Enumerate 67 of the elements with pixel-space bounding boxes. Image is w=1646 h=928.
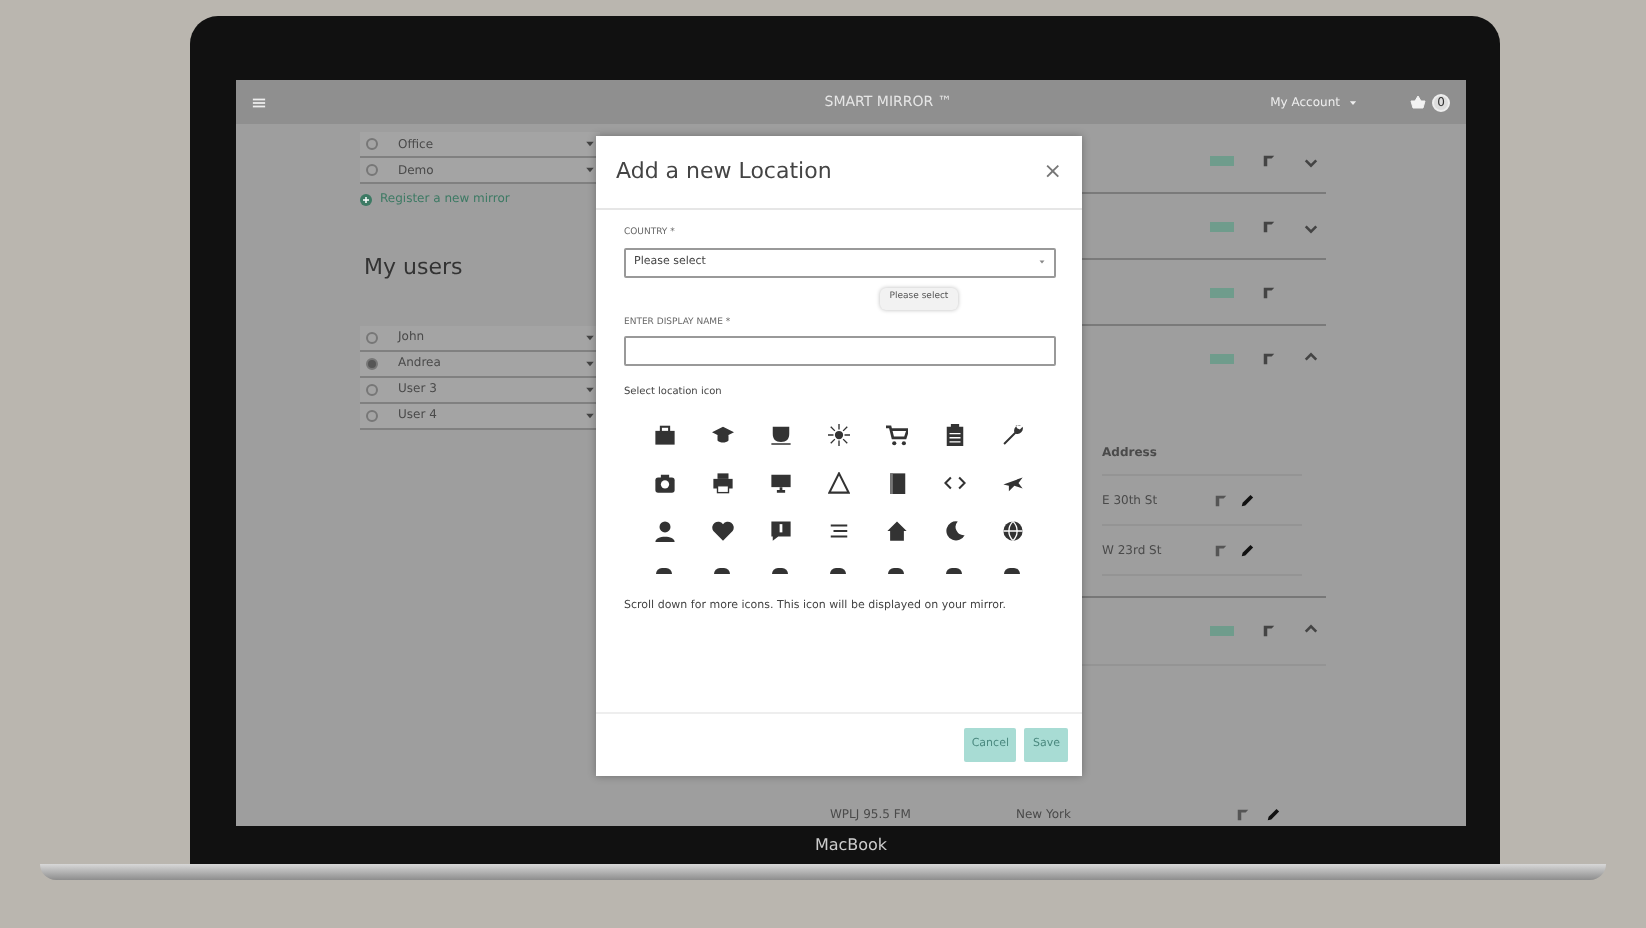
partial-icon[interactable] <box>1004 567 1020 574</box>
moon-icon[interactable] <box>943 519 965 542</box>
book-icon[interactable] <box>885 471 907 494</box>
caret-icon <box>584 409 596 421</box>
camera-icon[interactable] <box>653 471 675 494</box>
status-tag <box>1210 221 1234 231</box>
caret-icon <box>584 331 596 343</box>
partial-icon[interactable] <box>714 567 730 574</box>
flag-icon[interactable] <box>1214 493 1228 507</box>
flag-icon[interactable] <box>1262 219 1276 233</box>
radio-button[interactable] <box>366 357 378 369</box>
heart-icon[interactable] <box>711 519 733 542</box>
cup-icon[interactable] <box>769 423 791 446</box>
modal-title: Add a new Location <box>616 155 832 188</box>
radio-button[interactable] <box>366 409 378 421</box>
flag-icon[interactable] <box>1262 285 1276 299</box>
flag-icon[interactable] <box>1262 624 1276 638</box>
status-tag <box>1210 155 1234 165</box>
radio-button[interactable] <box>366 138 378 150</box>
partial-icon[interactable] <box>656 567 672 574</box>
message-icon[interactable] <box>769 519 791 542</box>
status-tag <box>1210 287 1234 297</box>
monitor-icon[interactable] <box>769 471 791 494</box>
close-button[interactable]: × <box>1043 155 1062 189</box>
cart-icon[interactable] <box>885 423 907 446</box>
graduation-cap-icon[interactable] <box>711 423 733 446</box>
status-tag <box>1210 354 1234 364</box>
flag-icon[interactable] <box>1262 153 1276 167</box>
wrench-icon[interactable] <box>1001 423 1023 446</box>
pencil-icon[interactable] <box>1240 493 1254 507</box>
pencil-icon[interactable] <box>1266 808 1280 822</box>
globe-icon[interactable] <box>1001 519 1023 542</box>
caret-icon <box>584 138 596 150</box>
flag-icon[interactable] <box>1214 543 1228 557</box>
code-icon[interactable] <box>943 471 965 494</box>
radio-button[interactable] <box>366 164 378 176</box>
user-icon[interactable] <box>653 519 675 542</box>
chevron-up-icon[interactable] <box>1304 350 1318 364</box>
caret-icon <box>584 357 596 369</box>
section-heading: My users <box>364 252 465 284</box>
partial-icon[interactable] <box>946 567 962 574</box>
plus-circle-icon <box>360 193 372 205</box>
basket-icon[interactable] <box>1410 94 1426 110</box>
menu-icon[interactable] <box>252 95 266 109</box>
printer-icon[interactable] <box>711 471 733 494</box>
chevron-down-icon[interactable] <box>1304 155 1318 169</box>
home-icon[interactable] <box>885 519 907 542</box>
radio-button[interactable] <box>366 331 378 343</box>
status-tag <box>1210 626 1234 636</box>
pencil-icon[interactable] <box>1240 543 1254 557</box>
partial-icon[interactable] <box>830 567 846 574</box>
partial-icon[interactable] <box>772 567 788 574</box>
flag-icon[interactable] <box>1262 352 1276 366</box>
flag-icon[interactable] <box>1236 808 1250 822</box>
caret-icon <box>584 164 596 176</box>
briefcase-icon[interactable] <box>653 423 675 446</box>
caret-icon <box>584 383 596 395</box>
warning-triangle-icon[interactable] <box>827 471 849 494</box>
input-field[interactable] <box>624 336 1056 367</box>
chevron-down-icon[interactable] <box>1304 221 1318 235</box>
clipboard-icon[interactable] <box>943 423 965 446</box>
chevron-up-icon[interactable] <box>1304 622 1318 636</box>
partial-icon[interactable] <box>888 567 904 574</box>
sun-icon[interactable] <box>827 423 849 446</box>
radio-button[interactable] <box>366 383 378 395</box>
laptop-label: MacBook <box>814 833 888 857</box>
caret-icon <box>1348 97 1358 107</box>
